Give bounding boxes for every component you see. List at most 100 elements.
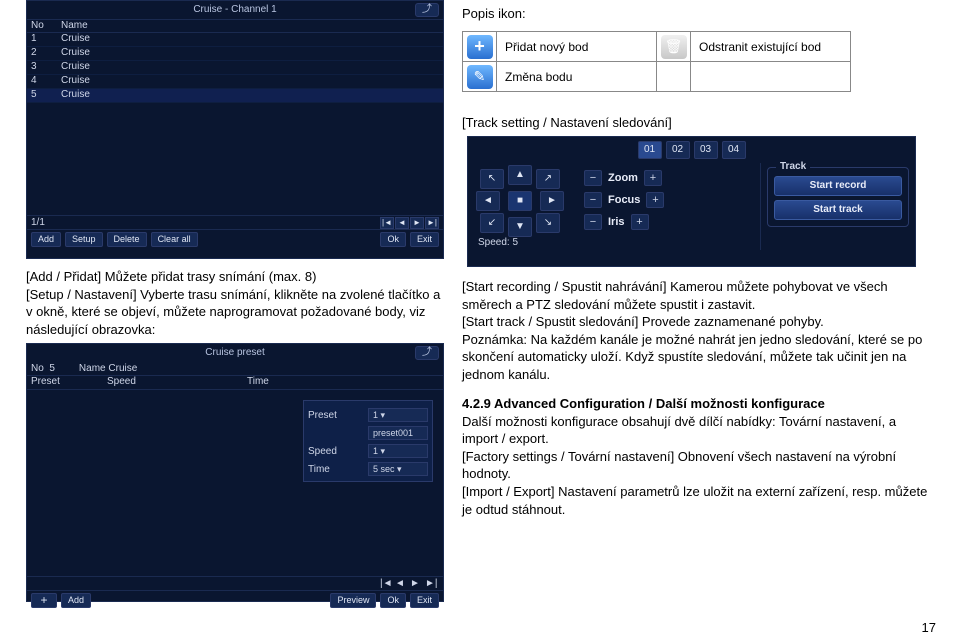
preset-col-speed: Speed xyxy=(107,376,247,389)
pencil-icon: ✎ xyxy=(467,65,493,89)
plus-icon: + xyxy=(467,35,493,59)
focus-minus-button[interactable]: − xyxy=(584,192,602,208)
right-description: [Start recording / Spustit nahrávání] Ka… xyxy=(462,278,934,518)
legend-icon-cell: + xyxy=(463,32,497,62)
clear-all-button[interactable]: Clear all xyxy=(151,232,198,247)
page-indicator: 1/1 xyxy=(31,217,45,228)
popup-preset-select[interactable]: 1 ▾ xyxy=(368,408,428,422)
popup-speed-select[interactable]: 1 ▾ xyxy=(368,444,428,458)
preset-col-time: Time xyxy=(247,376,443,389)
cruise-channel-panel: Cruise - Channel 1 ⤴ No Name 1Cruise 2Cr… xyxy=(26,0,444,259)
delete-button[interactable]: Delete xyxy=(107,232,147,247)
preset-table-body: Preset1 ▾ preset001 Speed1 ▾ Time5 sec ▾ xyxy=(27,390,443,576)
adjust-column: −Zoom+ −Focus+ −Iris+ xyxy=(580,163,760,250)
zoom-plus-button[interactable]: + xyxy=(644,170,662,186)
table-row[interactable]: 5Cruise xyxy=(27,89,443,103)
dpad-stop-button[interactable]: ■ xyxy=(508,191,532,211)
legend-empty-cell xyxy=(657,62,691,92)
segment-01[interactable]: 01 xyxy=(638,141,662,159)
add-button[interactable]: Add xyxy=(61,593,91,608)
popup-speed-label: Speed xyxy=(308,446,337,457)
legend-icon-cell: ✎ xyxy=(463,62,497,92)
prev-page-button[interactable]: ◄ xyxy=(395,578,409,590)
preset-name-label: Name xyxy=(79,363,106,374)
trash-icon: 🗑 xyxy=(661,35,687,59)
prev-page-button[interactable]: ◄ xyxy=(395,217,409,229)
right-p5: [Factory settings / Tovární nastavení] O… xyxy=(462,448,934,483)
ptz-panel: 01 02 03 04 ↖ ▲ ↗ ◄ ■ ► ↙ ▼ ↘ Speed: 5 −… xyxy=(467,136,916,267)
back-arrow-icon: ⤴ xyxy=(422,1,432,19)
legend-text: Přidat nový bod xyxy=(497,32,657,62)
segment-02[interactable]: 02 xyxy=(666,141,690,159)
left-text-line1: [Add / Přidat] Můžete přidat trasy snímá… xyxy=(26,268,446,286)
dpad-right-button[interactable]: ► xyxy=(540,191,564,211)
iris-plus-button[interactable]: + xyxy=(631,214,649,230)
exit-button[interactable]: Exit xyxy=(410,593,439,608)
next-page-button[interactable]: ► xyxy=(410,217,424,229)
add-preset-button[interactable]: + xyxy=(31,593,57,608)
cruise-header: Cruise - Channel 1 ⤴ xyxy=(27,1,443,19)
focus-label: Focus xyxy=(608,194,640,206)
exit-button[interactable]: Exit xyxy=(410,232,439,247)
add-button[interactable]: Add xyxy=(31,232,61,247)
iris-minus-button[interactable]: − xyxy=(584,214,602,230)
right-p3: Poznámka: Na každém kanále je možné nahr… xyxy=(462,331,934,384)
dpad-left-button[interactable]: ◄ xyxy=(476,191,500,211)
dpad-upright-button[interactable]: ↗ xyxy=(536,169,560,189)
first-page-button[interactable]: |◄ xyxy=(380,578,394,590)
table-row[interactable]: 4Cruise xyxy=(27,75,443,89)
table-row[interactable]: 2Cruise xyxy=(27,47,443,61)
right-p1: [Start recording / Spustit nahrávání] Ka… xyxy=(462,278,934,313)
preset-col-preset: Preset xyxy=(27,376,107,389)
popup-name-field[interactable]: preset001 xyxy=(368,426,428,440)
dpad-downleft-button[interactable]: ↙ xyxy=(480,213,504,233)
preset-no-value: 5 xyxy=(49,363,55,374)
right-p6: [Import / Export] Nastavení parametrů lz… xyxy=(462,483,934,518)
preset-action-row: + Add Preview Ok Exit xyxy=(27,590,443,610)
track-group-title: Track xyxy=(776,161,810,172)
track-column: Track Start record Start track xyxy=(760,163,915,250)
setup-button[interactable]: Setup xyxy=(65,232,103,247)
preset-title: Cruise preset xyxy=(205,347,264,358)
track-setting-heading: [Track setting / Nastavení sledování] xyxy=(462,115,672,130)
back-arrow-icon: ⤴ xyxy=(422,344,432,362)
track-group: Track Start record Start track xyxy=(767,167,909,227)
zoom-minus-button[interactable]: − xyxy=(584,170,602,186)
right-p2: [Start track / Spustit sledování] Proved… xyxy=(462,313,934,331)
cruise-table-header: No Name xyxy=(27,19,443,33)
dpad-up-button[interactable]: ▲ xyxy=(508,165,532,185)
next-page-button[interactable]: ► xyxy=(410,578,424,590)
dpad-down-button[interactable]: ▼ xyxy=(508,217,532,237)
last-page-button[interactable]: ►| xyxy=(425,217,439,229)
start-record-button[interactable]: Start record xyxy=(774,176,902,196)
preset-info-row: No 5 Name Cruise xyxy=(27,362,443,376)
start-track-button[interactable]: Start track xyxy=(774,200,902,220)
dpad-upleft-button[interactable]: ↖ xyxy=(480,169,504,189)
cruise-preset-panel: Cruise preset ⤴ No 5 Name Cruise Preset … xyxy=(26,343,444,602)
dpad-downright-button[interactable]: ↘ xyxy=(536,213,560,233)
cruise-pager-row: 1/1 |◄ ◄ ► ►| xyxy=(27,215,443,229)
left-text-line2: [Setup / Nastavení] Vyberte trasu snímán… xyxy=(26,286,446,339)
zoom-label: Zoom xyxy=(608,172,638,184)
table-row[interactable]: 1Cruise xyxy=(27,33,443,47)
focus-plus-button[interactable]: + xyxy=(646,192,664,208)
last-page-button[interactable]: ►| xyxy=(425,578,439,590)
ok-button[interactable]: Ok xyxy=(380,593,406,608)
first-page-button[interactable]: |◄ xyxy=(380,217,394,229)
popup-time-select[interactable]: 5 sec ▾ xyxy=(368,462,428,476)
legend-icon-cell: 🗑 xyxy=(657,32,691,62)
page-number: 17 xyxy=(922,620,936,635)
legend-title: Popis ikon: xyxy=(462,6,851,21)
preset-back-button[interactable]: ⤴ xyxy=(415,346,439,360)
popup-time-label: Time xyxy=(308,464,330,475)
back-button[interactable]: ⤴ xyxy=(415,3,439,17)
segment-03[interactable]: 03 xyxy=(694,141,718,159)
ok-button[interactable]: Ok xyxy=(380,232,406,247)
pager: |◄ ◄ ► ►| xyxy=(380,217,439,229)
speed-label: Speed: 5 xyxy=(478,237,518,248)
direction-pad: ↖ ▲ ↗ ◄ ■ ► ↙ ▼ ↘ Speed: 5 xyxy=(468,163,580,250)
table-row[interactable]: 3Cruise xyxy=(27,61,443,75)
preview-button[interactable]: Preview xyxy=(330,593,376,608)
segment-04[interactable]: 04 xyxy=(722,141,746,159)
col-no-header: No xyxy=(27,20,57,32)
